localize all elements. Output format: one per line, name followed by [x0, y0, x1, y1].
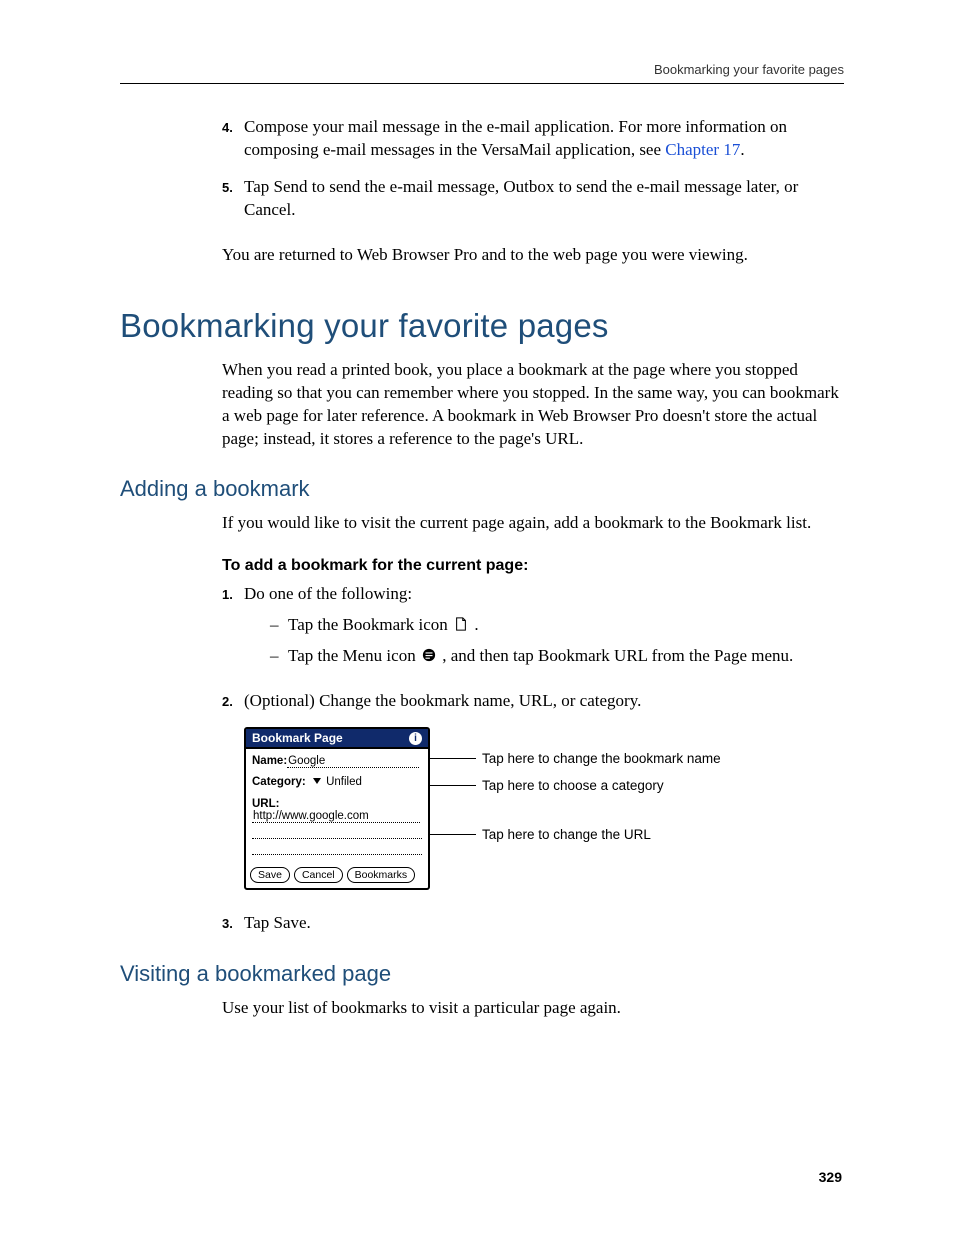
step-text: Do one of the following: [244, 583, 793, 606]
step-text: Compose your mail message in the e-mail … [244, 116, 844, 162]
url-line-3[interactable] [252, 843, 422, 855]
step-text: (Optional) Change the bookmark name, URL… [244, 690, 641, 713]
save-button[interactable]: Save [250, 867, 290, 883]
subsection-adding: Adding a bookmark [120, 476, 844, 502]
step-number: 2. [222, 690, 244, 713]
step-text: Tap Send to send the e-mail message, Out… [244, 176, 844, 222]
callout-text: Tap here to change the bookmark name [482, 751, 721, 766]
dialog-buttons: Save Cancel Bookmarks [246, 863, 428, 888]
subsection-visiting: Visiting a bookmarked page [120, 961, 844, 987]
info-icon[interactable]: i [409, 732, 422, 745]
callout-url: Tap here to change the URL [430, 827, 651, 842]
url-line-2[interactable] [252, 827, 422, 839]
proc-step-1: 1. Do one of the following: – Tap the Bo… [222, 583, 844, 676]
step-5: 5. Tap Send to send the e-mail message, … [222, 176, 844, 222]
category-value[interactable]: Unfiled [326, 776, 362, 788]
step-4: 4. Compose your mail message in the e-ma… [222, 116, 844, 162]
name-label: Name: [252, 755, 287, 767]
text: . [474, 615, 478, 634]
sub-step-bookmark-icon: – Tap the Bookmark icon . [270, 614, 793, 637]
text: . [740, 140, 744, 159]
visiting-intro: Use your list of bookmarks to visit a pa… [222, 997, 844, 1020]
step-number: 3. [222, 912, 244, 935]
page-number: 329 [819, 1169, 842, 1185]
text: Tap the Bookmark icon [288, 615, 452, 634]
dialog-title: Bookmark Page [252, 731, 343, 745]
bullet-dash: – [270, 614, 288, 637]
dropdown-arrow-icon[interactable] [313, 778, 321, 784]
bookmark-icon [454, 617, 468, 631]
callout-text: Tap here to choose a category [482, 778, 664, 793]
name-field-row: Name:Google [252, 755, 422, 768]
step-number: 5. [222, 176, 244, 222]
proc-step-3: 3. Tap Save. [222, 912, 844, 935]
bookmark-page-dialog: Bookmark Page i Name:Google Category: Un… [244, 727, 430, 890]
chapter-17-link[interactable]: Chapter 17 [665, 140, 740, 159]
section-intro: When you read a printed book, you place … [222, 359, 844, 451]
bookmarks-button[interactable]: Bookmarks [347, 867, 416, 883]
url-input[interactable]: http://www.google.com [252, 810, 420, 823]
step-number: 4. [222, 116, 244, 162]
callout-category: Tap here to choose a category [430, 778, 664, 793]
text: , and then tap Bookmark URL from the Pag… [442, 646, 793, 665]
text: Tap the Menu icon [288, 646, 420, 665]
header-rule [120, 83, 844, 84]
sub-step-menu-icon: – Tap the Menu icon , and then tap Bookm… [270, 645, 793, 668]
step-number: 1. [222, 583, 244, 676]
dialog-titlebar: Bookmark Page i [246, 729, 428, 749]
url-label: URL: [252, 798, 422, 810]
section-heading: Bookmarking your favorite pages [120, 307, 844, 345]
name-input[interactable]: Google [287, 755, 419, 768]
cancel-button[interactable]: Cancel [294, 867, 343, 883]
bookmark-dialog-figure: Bookmark Page i Name:Google Category: Un… [244, 727, 844, 890]
category-row: Category: Unfiled [252, 776, 422, 788]
procedure-heading: To add a bookmark for the current page: [222, 557, 844, 575]
bullet-dash: – [270, 645, 288, 668]
subsection-intro: If you would like to visit the current p… [222, 512, 844, 535]
proc-step-2: 2. (Optional) Change the bookmark name, … [222, 690, 844, 713]
return-paragraph: You are returned to Web Browser Pro and … [222, 244, 844, 267]
running-header: Bookmarking your favorite pages [120, 62, 844, 77]
callout-text: Tap here to change the URL [482, 827, 651, 842]
step-text: Tap Save. [244, 912, 311, 935]
callout-name: Tap here to change the bookmark name [430, 751, 721, 766]
menu-icon [422, 648, 436, 662]
category-label: Category: [252, 776, 306, 788]
